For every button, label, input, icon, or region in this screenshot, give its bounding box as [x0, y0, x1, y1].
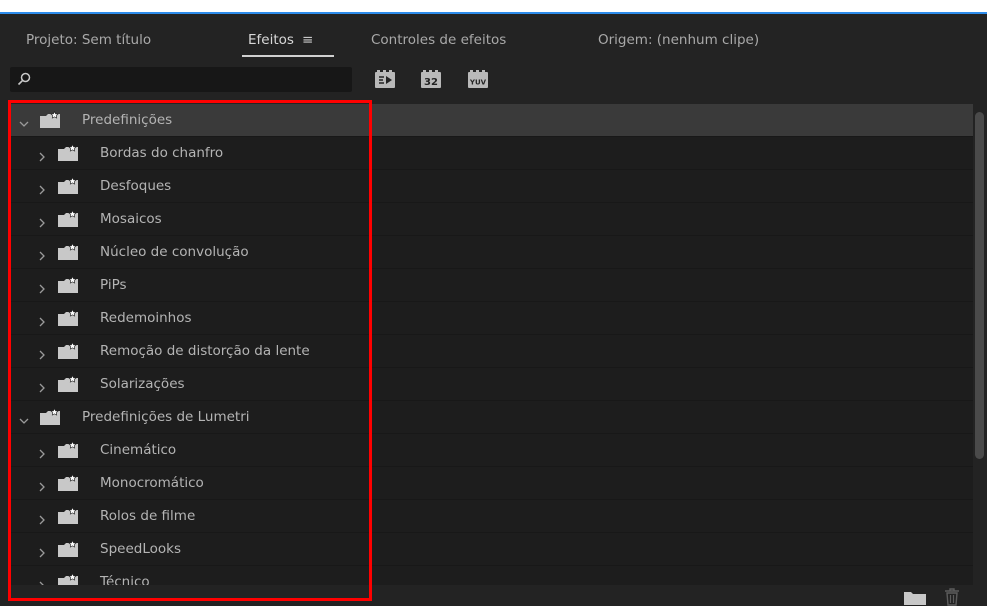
- chevron-right-icon[interactable]: [37, 510, 47, 525]
- 32-bit-color-icon: 32: [421, 70, 441, 88]
- tree-item-label: Cinemático: [100, 442, 177, 458]
- tree-subfolder-row[interactable]: Técnico: [10, 566, 973, 585]
- preset-folder-icon: [58, 572, 78, 585]
- preset-folder-icon: [58, 374, 78, 392]
- tree-item-label: SpeedLooks: [100, 541, 181, 557]
- chevron-right-icon[interactable]: [37, 543, 47, 558]
- preset-folder-icon: [40, 407, 60, 425]
- tree-subfolder-row[interactable]: Desfoques: [10, 170, 973, 203]
- tree-folder-row[interactable]: Predefinições: [10, 104, 973, 137]
- tree-subfolder-row[interactable]: Bordas do chanfro: [10, 137, 973, 170]
- tree-folder-row[interactable]: Predefinições de Lumetri: [10, 401, 973, 434]
- tree-item-label: Bordas do chanfro: [100, 145, 224, 161]
- tree-item-label: Solarizações: [100, 376, 185, 392]
- tree-subfolder-row[interactable]: Redemoinhos: [10, 302, 973, 335]
- chevron-right-icon[interactable]: [37, 378, 47, 393]
- tree-item-label: Rolos de filme: [100, 508, 196, 524]
- preset-folder-icon: [58, 242, 78, 260]
- tree-subfolder-row[interactable]: Núcleo de convolução: [10, 236, 973, 269]
- accelerated-effects-filter-button[interactable]: [375, 70, 395, 88]
- chevron-right-icon[interactable]: [37, 477, 47, 492]
- preset-folder-icon: [58, 176, 78, 194]
- chevron-right-icon[interactable]: [37, 213, 47, 228]
- chevron-right-icon[interactable]: [37, 246, 47, 261]
- chevron-down-icon[interactable]: [19, 411, 29, 424]
- new-bin-icon[interactable]: [904, 589, 926, 605]
- preset-folder-icon: [58, 341, 78, 359]
- chevron-right-icon[interactable]: [37, 147, 47, 162]
- chevron-down-icon[interactable]: [19, 114, 29, 127]
- tree-item-label: Predefinições de Lumetri: [82, 409, 250, 425]
- chevron-right-icon[interactable]: [37, 576, 47, 585]
- search-icon: [17, 72, 31, 86]
- tree-subfolder-row[interactable]: Remoção de distorção da lente: [10, 335, 973, 368]
- 32-bit-color-filter-button[interactable]: 32: [421, 70, 441, 88]
- tree-item-label: Predefinições: [82, 112, 173, 128]
- panel-tab-bar: Projeto: Sem título Efeitos ≡ Controles d…: [0, 14, 987, 64]
- tree-item-label: Núcleo de convolução: [100, 244, 249, 260]
- tab-project[interactable]: Projeto: Sem título: [26, 32, 151, 48]
- tab-effect-controls[interactable]: Controles de efeitos: [371, 32, 506, 48]
- preset-folder-icon: [58, 539, 78, 557]
- tab-source[interactable]: Origem: (nenhum clipe): [598, 32, 759, 48]
- preset-folder-icon: [58, 209, 78, 227]
- tree-subfolder-row[interactable]: PiPs: [10, 269, 973, 302]
- preset-folder-icon: [58, 143, 78, 161]
- tree-item-label: PiPs: [100, 277, 127, 293]
- preset-folder-icon: [58, 308, 78, 326]
- yuv-label: YUV: [469, 79, 487, 87]
- active-tab-underline: [242, 55, 334, 57]
- chevron-right-icon[interactable]: [37, 180, 47, 195]
- chevron-right-icon[interactable]: [37, 345, 47, 360]
- tree-subfolder-row[interactable]: Mosaicos: [10, 203, 973, 236]
- tree-subfolder-row[interactable]: Cinemático: [10, 434, 973, 467]
- scrollbar-thumb[interactable]: [975, 112, 984, 459]
- tree-item-label: Desfoques: [100, 178, 172, 194]
- effects-search-input[interactable]: [10, 67, 352, 92]
- tree-item-label: Remoção de distorção da lente: [100, 343, 310, 359]
- chevron-right-icon[interactable]: [37, 279, 47, 294]
- tab-effects-label: Efeitos: [248, 32, 294, 48]
- tree-item-label: Mosaicos: [100, 211, 162, 227]
- effects-tree: Predefinições Bordas do chanfro Desfoques M…: [10, 104, 973, 585]
- tree-item-label: Técnico: [100, 574, 150, 585]
- 32-bit-label: 32: [424, 77, 438, 88]
- tree-subfolder-row[interactable]: Monocromático: [10, 467, 973, 500]
- yuv-effects-icon: YUV: [468, 70, 488, 88]
- tree-subfolder-row[interactable]: Rolos de filme: [10, 500, 973, 533]
- panel-bottom-bar: [0, 585, 987, 606]
- tree-item-label: Redemoinhos: [100, 310, 192, 326]
- preset-folder-icon: [58, 473, 78, 491]
- preset-folder-icon: [58, 440, 78, 458]
- preset-folder-icon: [40, 110, 60, 128]
- yuv-effects-filter-button[interactable]: YUV: [468, 70, 488, 88]
- window-top-strip: [0, 0, 987, 12]
- tree-subfolder-row[interactable]: Solarizações: [10, 368, 973, 401]
- tree-subfolder-row[interactable]: SpeedLooks: [10, 533, 973, 566]
- panel-menu-icon[interactable]: ≡: [302, 32, 313, 48]
- tree-item-label: Monocromático: [100, 475, 204, 491]
- trash-icon[interactable]: [944, 588, 960, 606]
- preset-folder-icon: [58, 506, 78, 524]
- vertical-scrollbar[interactable]: [973, 104, 987, 585]
- chevron-right-icon[interactable]: [37, 444, 47, 459]
- accelerated-effects-icon: [375, 70, 395, 88]
- preset-folder-icon: [58, 275, 78, 293]
- tab-effects[interactable]: Efeitos ≡: [248, 32, 313, 48]
- chevron-right-icon[interactable]: [37, 312, 47, 327]
